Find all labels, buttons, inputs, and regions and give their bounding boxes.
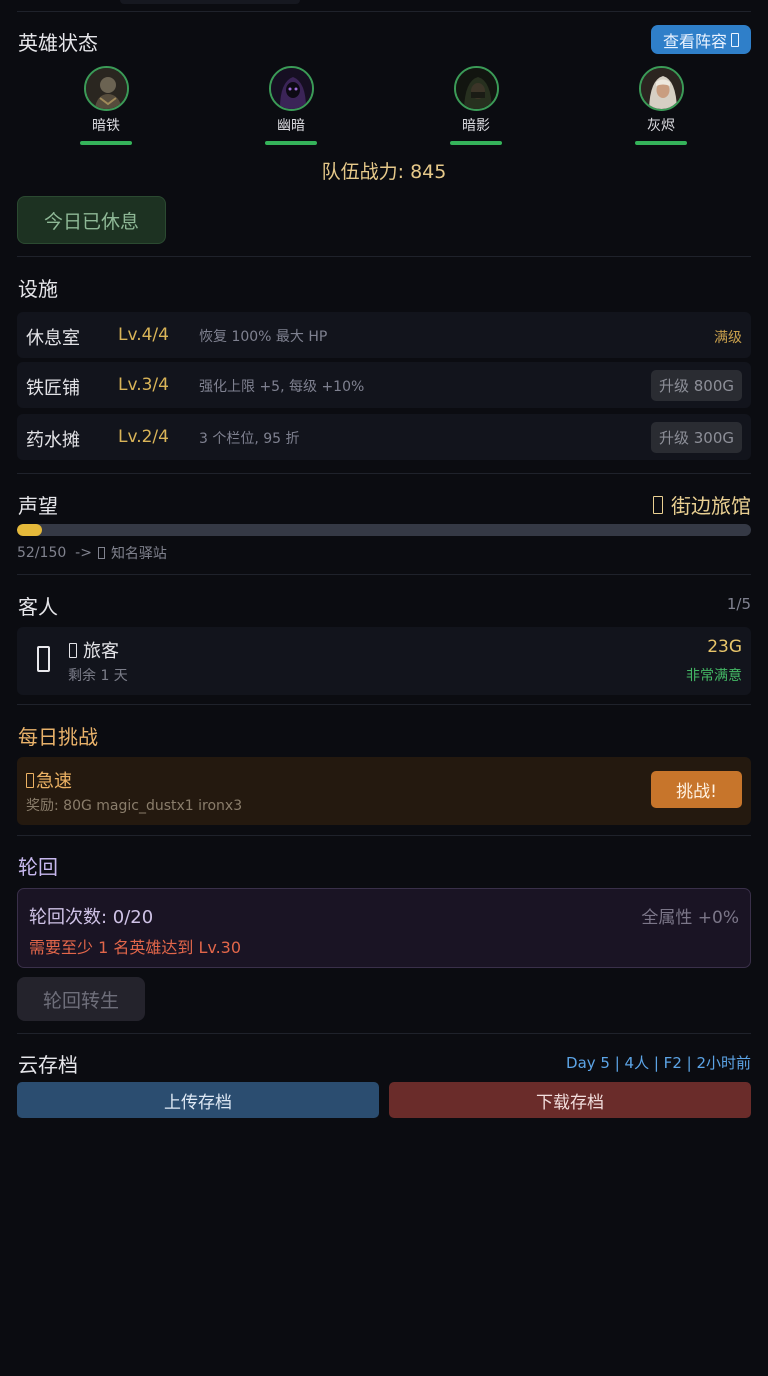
facility-max-badge: 满级: [714, 330, 742, 346]
hero-hp-bar: [265, 141, 317, 145]
divider: [17, 256, 751, 257]
view-team-label: 查看阵容: [662, 31, 727, 51]
facility-name: 铁匠铺: [26, 378, 80, 399]
purple-hooded-mage-portrait: [268, 66, 314, 111]
divider: [17, 11, 751, 12]
facility-desc: 强化上限 +5, 每级 +10%: [199, 379, 365, 395]
station-icon: [97, 547, 105, 559]
divider: [17, 704, 751, 705]
guest-mood: 非常满意: [686, 668, 742, 684]
reincarnation-bonus: 全属性 +0%: [641, 908, 739, 928]
facility-row-potion-stall: 药水摊 Lv.2/4 3 个栏位, 95 折 升级 300G: [17, 414, 751, 460]
hero-slot-0[interactable]: 暗铁: [78, 66, 134, 145]
challenge-button[interactable]: 挑战!: [651, 771, 742, 808]
facility-level: Lv.4/4: [118, 325, 169, 345]
divider: [17, 1033, 751, 1034]
reincarnation-count: 轮回次数: 0/20: [29, 907, 154, 928]
reincarnation-requirement: 需要至少 1 名英雄达到 Lv.30: [29, 938, 242, 957]
guest-icon: [37, 646, 50, 672]
divider: [17, 473, 751, 474]
divider: [17, 574, 751, 575]
guest-remaining: 剩余 1 天: [68, 668, 128, 684]
facility-row-blacksmith: 铁匠铺 Lv.3/4 强化上限 +5, 每级 +10% 升级 800G: [17, 362, 751, 408]
hero-hp-bar: [635, 141, 687, 145]
facility-level: Lv.3/4: [118, 375, 169, 395]
view-team-button[interactable]: 查看阵容: [651, 25, 751, 54]
guest-name-row: 旅客: [69, 637, 119, 663]
team-power: 队伍战力: 845: [321, 161, 447, 183]
hero-name: 灰烬: [647, 118, 675, 134]
hero-slot-2[interactable]: 暗影: [448, 66, 504, 145]
facility-row-rest-room: 休息室 Lv.4/4 恢复 100% 最大 HP 满级: [17, 312, 751, 358]
facility-level: Lv.2/4: [118, 427, 169, 447]
reputation-next: 52/150 -> 知名驿站: [17, 543, 167, 563]
facility-desc: 恢复 100% 最大 HP: [199, 329, 328, 345]
reputation-progress-text: 52/150 ->: [17, 545, 92, 561]
upload-save-button[interactable]: 上传存档: [17, 1082, 379, 1118]
guest-card[interactable]: 旅客 剩余 1 天 23G 非常满意: [17, 627, 751, 695]
facility-desc: 3 个栏位, 95 折: [199, 431, 300, 447]
hero-slot-3[interactable]: 灰烬: [633, 66, 689, 145]
rest-button[interactable]: 今日已休息: [17, 196, 166, 244]
divider: [17, 835, 751, 836]
hero-slot-1[interactable]: 幽暗: [263, 66, 319, 145]
guest-name: 旅客: [83, 641, 119, 662]
reputation-next-rank: 知名驿站: [110, 546, 167, 562]
reincarnation-section-title: 轮回: [18, 855, 58, 879]
hero-hp-bar: [450, 141, 502, 145]
upgrade-blacksmith-button[interactable]: 升级 800G: [651, 370, 742, 401]
top-strip: [120, 0, 300, 4]
reputation-rank-label: 街边旅馆: [671, 494, 751, 518]
hero-name: 暗铁: [92, 118, 120, 134]
armored-warrior-portrait: [83, 66, 129, 111]
download-save-button[interactable]: 下载存档: [389, 1082, 751, 1118]
facility-name: 休息室: [26, 328, 80, 349]
reputation-progress-fill: [17, 524, 43, 536]
white-hooded-priestess-portrait: [638, 66, 684, 111]
cloud-section-title: 云存档: [18, 1053, 78, 1077]
reputation-section-title: 声望: [18, 494, 58, 518]
cloud-save-meta: Day 5 | 4人 | F2 | 2小时前: [566, 1054, 751, 1072]
guests-section-title: 客人: [18, 595, 58, 619]
heroes-section-title: 英雄状态: [18, 31, 98, 55]
reputation-progress-bar: [17, 524, 751, 536]
challenge-name-row: 急速: [26, 767, 72, 793]
reputation-rank: 街边旅馆: [653, 490, 751, 519]
facility-name: 药水摊: [26, 430, 80, 451]
green-hooded-rogue-portrait: [453, 66, 499, 111]
speed-icon: [26, 772, 34, 788]
challenge-section-title: 每日挑战: [18, 725, 98, 749]
facilities-section-title: 设施: [18, 277, 58, 301]
upgrade-potion-stall-button[interactable]: 升级 300G: [651, 422, 742, 453]
inn-icon: [653, 495, 663, 514]
hero-name: 暗影: [462, 118, 490, 134]
hero-hp-bar: [80, 141, 132, 145]
reincarnation-card: 轮回次数: 0/20 全属性 +0% 需要至少 1 名英雄达到 Lv.30: [17, 888, 751, 968]
challenge-reward: 奖励: 80G magic_dustx1 ironx3: [26, 798, 243, 814]
hero-name: 幽暗: [277, 118, 305, 134]
traveler-icon: [69, 642, 77, 658]
challenge-card: 急速 奖励: 80G magic_dustx1 ironx3 挑战!: [17, 757, 751, 825]
guest-payment: 23G: [707, 637, 742, 657]
reincarnate-button[interactable]: 轮回转生: [17, 977, 145, 1021]
challenge-name: 急速: [36, 771, 72, 792]
guest-count: 1/5: [726, 595, 751, 613]
arrow-icon: [731, 32, 739, 47]
